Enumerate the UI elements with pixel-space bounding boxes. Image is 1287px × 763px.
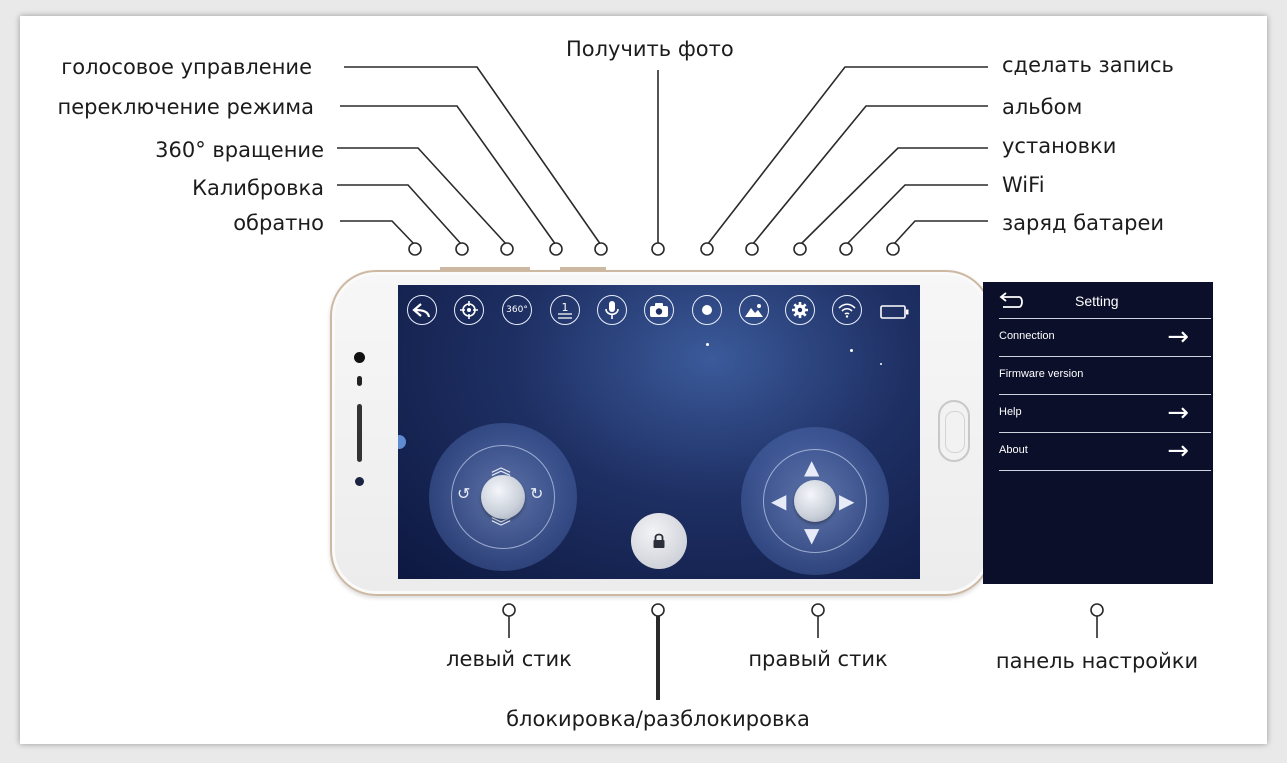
settings-button[interactable]	[785, 295, 815, 325]
voice-control-button[interactable]	[597, 295, 627, 325]
wifi-icon	[838, 303, 856, 318]
label-battery: заряд батареи	[1002, 211, 1165, 235]
left-arrow-icon: ◀	[771, 489, 787, 513]
label-settings: установки	[1002, 134, 1117, 158]
settings-item-help[interactable]: Help →	[999, 396, 1211, 433]
back-arrow-icon	[412, 303, 431, 318]
swap-arrows-icon	[558, 312, 572, 319]
leader-back	[340, 220, 416, 246]
right-joystick-knob[interactable]	[794, 480, 836, 522]
label-settings-panel: панель настройки	[995, 649, 1199, 673]
up-chevron-icon: ︽	[491, 455, 511, 479]
star	[880, 363, 882, 365]
settings-item-label: Connection	[999, 330, 1055, 342]
battery-icon	[880, 305, 909, 319]
left-joystick[interactable]: ︽ ︾ ↺ ↻	[429, 423, 577, 571]
rotation-360-button[interactable]: 360°	[502, 295, 532, 325]
label-wifi: WiFi	[1002, 173, 1045, 197]
album-button[interactable]	[739, 295, 769, 325]
mode-number-label: 1	[561, 300, 569, 314]
settings-item-label: Help	[999, 406, 1022, 418]
earpiece-speaker	[357, 404, 362, 462]
volume-button-2	[560, 267, 606, 270]
label-voice-control: голосовое управление	[61, 55, 312, 79]
home-button[interactable]	[938, 400, 970, 462]
calibration-button[interactable]	[454, 295, 484, 325]
microphone-icon	[605, 301, 619, 319]
label-get-photo: Получить фото	[566, 37, 734, 61]
label-calibration: Калибровка	[192, 176, 324, 200]
rotate-left-icon: ↺	[457, 484, 471, 503]
planet	[398, 435, 406, 449]
label-back: обратно	[233, 211, 324, 235]
leader-mode	[340, 105, 557, 246]
volume-button-1	[440, 267, 530, 270]
sensor-icon	[357, 376, 362, 386]
left-joystick-knob[interactable]	[481, 475, 525, 519]
settings-item-label: About	[999, 444, 1028, 456]
down-chevron-icon: ︾	[491, 515, 511, 539]
right-joystick[interactable]: ▲ ▼ ◀ ▶	[741, 427, 889, 575]
settings-item-about[interactable]: About →	[999, 434, 1211, 471]
settings-header: Setting	[999, 282, 1211, 319]
camera-icon	[650, 303, 668, 317]
app-screen: 360° 1 ︽ ︾ ↺ ↻ ▲ ▼ ◀ ▶	[398, 285, 920, 579]
crosshair-icon	[460, 301, 478, 319]
arrow-right-icon: →	[1167, 322, 1189, 352]
wifi-button[interactable]	[832, 295, 862, 325]
mountain-image-icon	[745, 304, 763, 317]
back-icon[interactable]	[999, 291, 1025, 311]
label-mode-switch: переключение режима	[57, 95, 314, 119]
label-lock-unlock: блокировка/разблокировка	[506, 707, 810, 731]
front-sensor-icon	[355, 477, 364, 486]
arrow-right-icon: →	[1167, 436, 1189, 466]
gear-icon	[792, 302, 808, 318]
rotation-360-label: 360°	[506, 304, 528, 315]
label-album: альбом	[1002, 95, 1083, 119]
up-arrow-icon: ▲	[804, 455, 820, 479]
leader-wifi	[845, 184, 988, 246]
record-button[interactable]	[692, 295, 722, 325]
leader-rotation	[337, 147, 508, 246]
photo-button[interactable]	[644, 295, 674, 325]
label-left-stick: левый стик	[446, 647, 572, 671]
label-right-stick: правый стик	[748, 647, 888, 671]
rotate-right-icon: ↻	[530, 484, 544, 503]
battery-indicator	[880, 304, 910, 323]
settings-item-connection[interactable]: Connection →	[999, 320, 1211, 357]
lock-icon	[653, 533, 665, 548]
star	[706, 343, 709, 346]
settings-item-firmware[interactable]: Firmware version	[999, 358, 1211, 395]
front-camera-icon	[354, 352, 365, 363]
settings-panel: Setting Connection → Firmware version He…	[983, 282, 1213, 584]
label-360-rotation: 360° вращение	[155, 138, 324, 162]
settings-item-label: Firmware version	[999, 368, 1084, 380]
back-button[interactable]	[407, 295, 437, 325]
leader-voice	[344, 66, 602, 246]
star	[850, 349, 853, 352]
record-dot-icon	[702, 305, 712, 315]
leader-record	[706, 66, 988, 246]
lock-unlock-button[interactable]	[631, 513, 687, 569]
leader-calibration	[337, 184, 463, 246]
settings-title: Setting	[1075, 293, 1119, 309]
leader-battery	[892, 220, 988, 246]
mode-switch-button[interactable]: 1	[550, 295, 580, 325]
right-arrow-icon: ▶	[839, 489, 855, 513]
arrow-right-icon: →	[1167, 398, 1189, 428]
label-record: сделать запись	[1002, 53, 1174, 77]
down-arrow-icon: ▼	[804, 523, 820, 547]
